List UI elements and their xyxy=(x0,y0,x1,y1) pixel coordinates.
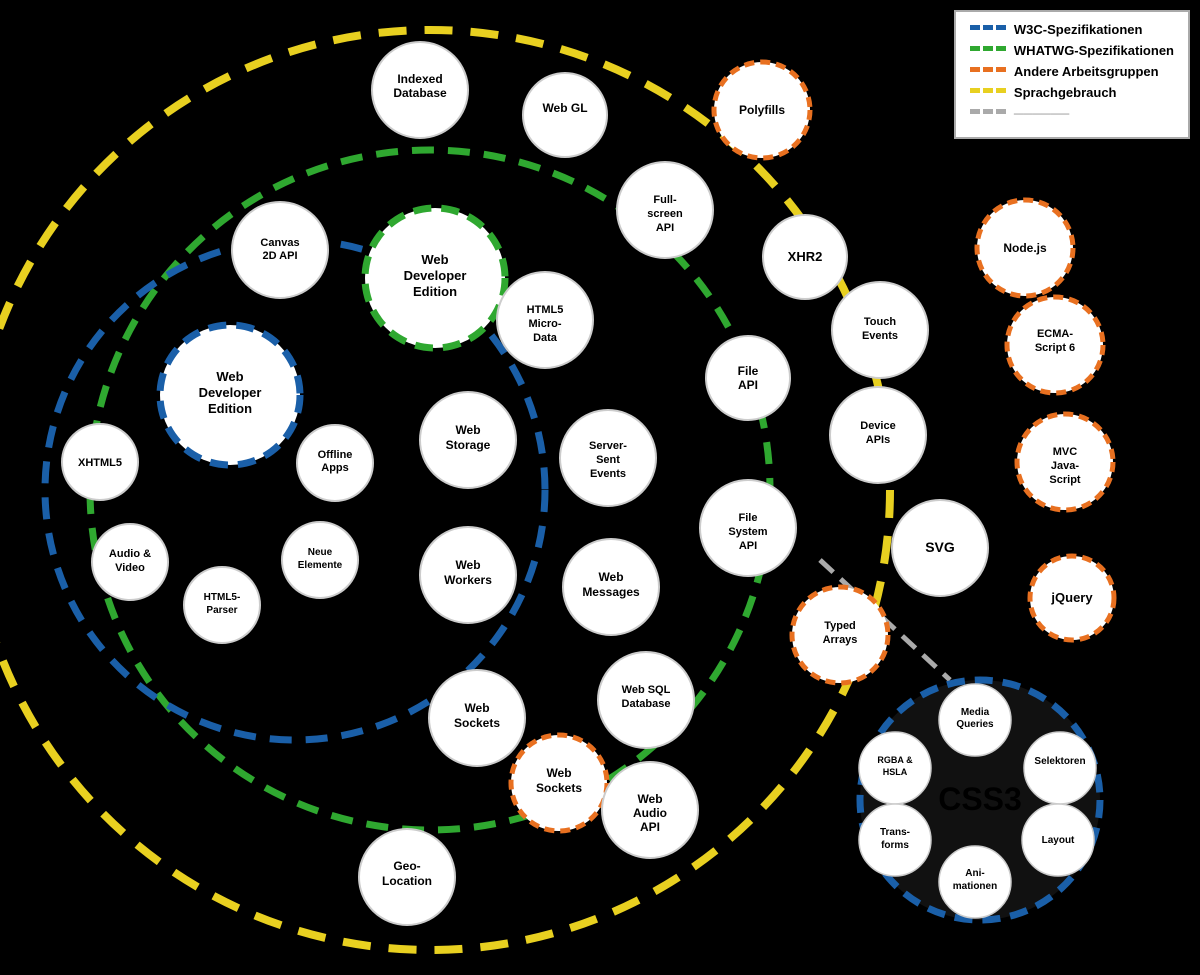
svg-text:Database: Database xyxy=(393,86,447,100)
svg-text:Audio &: Audio & xyxy=(109,548,151,560)
svg-text:Events: Events xyxy=(862,330,898,342)
svg-text:Touch: Touch xyxy=(864,316,896,328)
legend-label-andere: Andere Arbeitsgruppen xyxy=(1014,64,1159,79)
svg-text:Developer: Developer xyxy=(404,268,467,283)
svg-text:RGBA &: RGBA & xyxy=(877,755,913,765)
svg-text:XHTML5: XHTML5 xyxy=(78,457,122,469)
svg-text:Messages: Messages xyxy=(582,585,640,599)
svg-text:Media: Media xyxy=(961,707,990,718)
svg-text:Web: Web xyxy=(455,558,480,572)
legend-line-blue xyxy=(970,25,1006,35)
svg-text:Script: Script xyxy=(1049,474,1081,486)
svg-text:Database: Database xyxy=(622,698,671,710)
svg-text:MVC: MVC xyxy=(1053,446,1078,458)
legend-label-whatwg: WHATWG-Spezifikationen xyxy=(1014,43,1174,58)
svg-text:XHR2: XHR2 xyxy=(788,249,823,264)
svg-text:2D API: 2D API xyxy=(262,250,297,262)
svg-text:APIs: APIs xyxy=(866,434,890,446)
svg-text:SVG: SVG xyxy=(925,539,955,555)
svg-text:API: API xyxy=(739,540,757,552)
svg-text:Web: Web xyxy=(455,423,480,437)
svg-text:Full-: Full- xyxy=(653,194,677,206)
svg-text:Web: Web xyxy=(421,252,448,267)
svg-text:Edition: Edition xyxy=(413,284,457,299)
svg-text:Web: Web xyxy=(464,701,489,715)
legend-line-gray xyxy=(970,109,1006,119)
svg-text:Events: Events xyxy=(590,468,626,480)
svg-text:Sockets: Sockets xyxy=(536,781,582,795)
svg-text:Elemente: Elemente xyxy=(298,560,343,571)
svg-text:Apps: Apps xyxy=(321,462,349,474)
svg-text:Web: Web xyxy=(546,766,571,780)
svg-text:Arrays: Arrays xyxy=(823,634,858,646)
svg-text:Canvas: Canvas xyxy=(260,237,299,249)
svg-text:Location: Location xyxy=(382,874,432,888)
svg-text:Neue: Neue xyxy=(308,547,333,558)
svg-text:CSS3: CSS3 xyxy=(938,781,1022,817)
svg-text:Indexed: Indexed xyxy=(397,72,442,86)
svg-text:API: API xyxy=(640,820,660,834)
svg-text:Offline: Offline xyxy=(318,449,353,461)
svg-text:screen: screen xyxy=(647,208,683,220)
svg-text:Web GL: Web GL xyxy=(542,101,587,115)
svg-text:Data: Data xyxy=(533,332,558,344)
svg-text:Developer: Developer xyxy=(199,385,262,400)
svg-text:Workers: Workers xyxy=(444,573,492,587)
legend-item-andere: Andere Arbeitsgruppen xyxy=(970,64,1174,79)
svg-text:Geo-: Geo- xyxy=(393,859,420,873)
svg-text:HTML5: HTML5 xyxy=(527,304,564,316)
legend: W3C-Spezifikationen WHATWG-Spezifikation… xyxy=(954,10,1190,139)
legend-line-yellow xyxy=(970,88,1006,98)
svg-text:File: File xyxy=(738,364,759,378)
svg-text:Audio: Audio xyxy=(633,806,667,820)
diagram-container: Indexed Database Web GL Polyfills Canvas… xyxy=(0,0,1200,975)
svg-text:Polyfills: Polyfills xyxy=(739,103,785,117)
svg-text:Web: Web xyxy=(637,792,662,806)
svg-text:Parser: Parser xyxy=(206,605,237,616)
svg-text:forms: forms xyxy=(881,840,909,851)
svg-text:mationen: mationen xyxy=(953,881,997,892)
svg-text:Storage: Storage xyxy=(446,438,491,452)
main-diagram: Indexed Database Web GL Polyfills Canvas… xyxy=(0,0,1200,975)
legend-item-other: ────── xyxy=(970,106,1174,121)
svg-text:Video: Video xyxy=(115,562,145,574)
legend-item-whatwg: WHATWG-Spezifikationen xyxy=(970,43,1174,58)
svg-text:HTML5-: HTML5- xyxy=(204,592,241,603)
svg-text:Web: Web xyxy=(216,369,243,384)
svg-text:Edition: Edition xyxy=(208,401,252,416)
svg-text:Ani-: Ani- xyxy=(965,868,984,879)
svg-text:Script 6: Script 6 xyxy=(1035,342,1075,354)
svg-text:Server-: Server- xyxy=(589,440,627,452)
svg-text:Queries: Queries xyxy=(956,719,994,730)
legend-item-w3c: W3C-Spezifikationen xyxy=(970,22,1174,37)
svg-text:Selektoren: Selektoren xyxy=(1034,756,1085,767)
legend-label-w3c: W3C-Spezifikationen xyxy=(1014,22,1143,37)
svg-text:Web: Web xyxy=(598,570,623,584)
svg-text:Sent: Sent xyxy=(596,454,620,466)
svg-text:Trans-: Trans- xyxy=(880,827,910,838)
svg-text:Typed: Typed xyxy=(824,620,856,632)
svg-text:jQuery: jQuery xyxy=(1050,590,1093,605)
svg-text:Web SQL: Web SQL xyxy=(622,684,671,696)
svg-text:Layout: Layout xyxy=(1042,835,1075,846)
svg-text:File: File xyxy=(739,512,758,524)
legend-line-orange xyxy=(970,67,1006,77)
svg-text:System: System xyxy=(728,526,767,538)
svg-text:HSLA: HSLA xyxy=(883,767,908,777)
legend-line-green xyxy=(970,46,1006,56)
legend-label-other: ────── xyxy=(1014,106,1069,121)
svg-text:API: API xyxy=(738,378,758,392)
svg-text:Device: Device xyxy=(860,420,895,432)
svg-text:API: API xyxy=(656,222,674,234)
svg-text:Node.js: Node.js xyxy=(1003,241,1047,255)
svg-text:Java-: Java- xyxy=(1051,460,1079,472)
svg-text:Micro-: Micro- xyxy=(529,318,562,330)
legend-item-sprach: Sprachgebrauch xyxy=(970,85,1174,100)
svg-text:ECMA-: ECMA- xyxy=(1037,328,1073,340)
legend-label-sprach: Sprachgebrauch xyxy=(1014,85,1117,100)
svg-text:Sockets: Sockets xyxy=(454,716,500,730)
